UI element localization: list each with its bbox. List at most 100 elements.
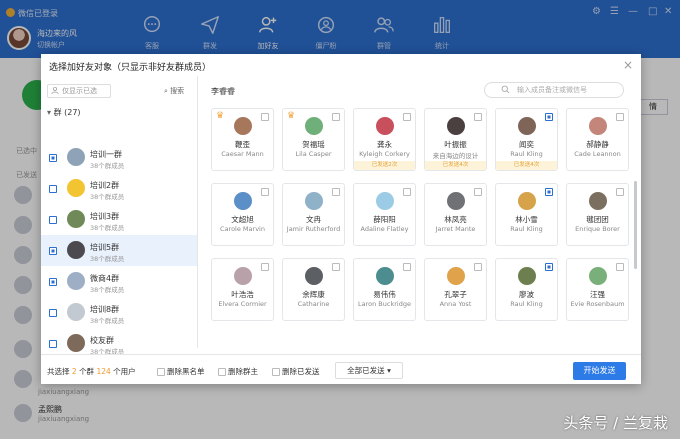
member-checkbox[interactable] <box>545 113 553 121</box>
member-nickname: 来自海边的设计 <box>432 152 479 160</box>
member-nickname: Jarret Mante <box>435 225 476 233</box>
group-avatar <box>67 179 85 197</box>
group-checkbox[interactable] <box>49 278 57 286</box>
show-selected-filter[interactable]: 仅显示已选 <box>47 84 111 98</box>
member-card[interactable]: 叶振振 来自海边的设计 已发送4次 <box>424 108 487 171</box>
member-card[interactable]: 孔翠子 Anna Yost <box>424 258 487 321</box>
group-list-item[interactable]: 培训一群 38个群成员 <box>41 142 197 173</box>
member-checkbox[interactable] <box>403 113 411 121</box>
member-checkbox[interactable] <box>261 188 269 196</box>
group-avatar <box>67 210 85 228</box>
checkbox[interactable] <box>272 368 280 376</box>
member-checkbox[interactable] <box>403 263 411 271</box>
member-avatar <box>518 192 536 210</box>
member-avatar <box>589 192 607 210</box>
member-card[interactable]: 龚永 Kyleigh Corkery 已发送2次 <box>353 108 416 171</box>
close-icon[interactable]: × <box>623 58 633 72</box>
group-count-label: 群 (27) <box>53 108 81 117</box>
group-name: 校友群 <box>90 336 114 345</box>
member-checkbox[interactable] <box>545 263 553 271</box>
start-send-button[interactable]: 开始发送 <box>573 362 626 380</box>
current-group-title: 李睿睿 <box>211 87 235 96</box>
member-card[interactable]: 余辉康 Catharine <box>282 258 345 321</box>
member-checkbox[interactable] <box>474 113 482 121</box>
checkbox[interactable] <box>218 368 226 376</box>
member-checkbox[interactable] <box>261 263 269 271</box>
member-card[interactable]: 叶浩浩 Elvera Cormier <box>211 258 274 321</box>
search-icon <box>501 85 510 94</box>
scrollbar[interactable] <box>634 181 637 269</box>
member-card[interactable]: 郝静静 Cade Leannon <box>566 108 629 171</box>
member-nickname: Kyleigh Corkery <box>359 150 410 158</box>
member-checkbox[interactable] <box>616 188 624 196</box>
member-nickname: Cade Leannon <box>574 150 621 158</box>
member-name: 文冉 <box>306 215 321 224</box>
member-avatar <box>305 192 323 210</box>
member-nickname: Laron Buckridge <box>358 300 411 308</box>
group-checkbox[interactable] <box>49 185 57 193</box>
group-list-item[interactable]: 微商4群 38个群成员 <box>41 266 197 297</box>
group-checkbox[interactable] <box>49 247 57 255</box>
member-search-input[interactable]: 输入成员备注或微信号 <box>484 82 624 98</box>
member-card[interactable]: 毽团团 Enrique Borer <box>566 183 629 246</box>
member-card[interactable]: 汪强 Evie Rosenbaum <box>566 258 629 321</box>
member-card[interactable]: ♛ 鞭歪 Caesar Mann <box>211 108 274 171</box>
group-checkbox[interactable] <box>49 309 57 317</box>
member-checkbox[interactable] <box>474 263 482 271</box>
group-list-item[interactable]: 培训5群 38个群成员 <box>41 235 197 266</box>
group-member-count: 38个群成员 <box>90 255 125 263</box>
group-list-item[interactable]: 培训8群 38个群成员 <box>41 297 197 328</box>
member-card[interactable]: ♛ 贺福瑶 Lila Casper <box>282 108 345 171</box>
member-checkbox[interactable] <box>332 263 340 271</box>
group-checkbox[interactable] <box>49 340 57 348</box>
member-card[interactable]: 林凤亮 Jarret Mante <box>424 183 487 246</box>
member-name: 孔翠子 <box>444 290 467 299</box>
search-label: 搜索 <box>170 87 185 95</box>
member-card[interactable]: 闻奕 Raul Kling 已发送4次 <box>495 108 558 171</box>
group-name: 培训3群 <box>90 212 120 221</box>
member-checkbox[interactable] <box>474 188 482 196</box>
member-name: 贺福瑶 <box>302 140 325 149</box>
member-avatar <box>589 267 607 285</box>
member-checkbox[interactable] <box>332 188 340 196</box>
show-selected-label: 仅显示已选 <box>62 87 97 95</box>
chevron-down-icon[interactable]: ▾ <box>47 108 52 117</box>
checkbox[interactable] <box>157 368 165 376</box>
group-member-count: 38个群成员 <box>90 286 125 294</box>
delete-owner-option[interactable]: 删除群主 <box>218 366 258 377</box>
group-checkbox[interactable] <box>49 216 57 224</box>
member-avatar <box>447 192 465 210</box>
group-list-item[interactable]: 培训3群 38个群成员 <box>41 204 197 235</box>
member-nickname: Raul Kling <box>510 150 543 158</box>
member-card[interactable]: 薛阳阳 Adaline Flatley <box>353 183 416 246</box>
group-checkbox[interactable] <box>49 154 57 162</box>
member-checkbox[interactable] <box>332 113 340 121</box>
member-name: 廖波 <box>519 290 534 299</box>
group-list-item[interactable]: 培训2群 38个群成员 <box>41 173 197 204</box>
member-card[interactable]: 廖波 Raul Kling <box>495 258 558 321</box>
delete-blacklist-option[interactable]: 删除黑名单 <box>157 366 205 377</box>
group-member-count: 38个群成员 <box>90 317 125 325</box>
member-avatar <box>518 267 536 285</box>
selection-summary: 共选择 2 个群 124 个用户 <box>47 366 136 377</box>
crown-icon: ♛ <box>287 111 296 121</box>
sent-filter-dropdown[interactable]: 全部已发送 ▾ <box>335 362 403 379</box>
member-card[interactable]: 文冉 Jamir Rutherford <box>282 183 345 246</box>
member-avatar <box>234 192 252 210</box>
member-checkbox[interactable] <box>403 188 411 196</box>
member-name: 汪强 <box>590 290 605 299</box>
member-name: 闻奕 <box>519 140 534 149</box>
delete-sent-option[interactable]: 删除已发送 <box>272 366 320 377</box>
member-checkbox[interactable] <box>616 113 624 121</box>
member-checkbox[interactable] <box>616 263 624 271</box>
member-avatar <box>518 117 536 135</box>
member-card[interactable]: 文超旭 Carole Marvin <box>211 183 274 246</box>
member-checkbox[interactable] <box>545 188 553 196</box>
dropdown-value: 全部已发送 <box>347 366 385 375</box>
member-nickname: Anna Yost <box>439 300 472 308</box>
member-checkbox[interactable] <box>261 113 269 121</box>
sent-count-badge: 已发送4次 <box>425 161 486 170</box>
group-search-button[interactable]: ⌕ 搜索 <box>164 86 184 96</box>
member-card[interactable]: 易伟伟 Laron Buckridge <box>353 258 416 321</box>
member-card[interactable]: 林小雪 Raul Kling <box>495 183 558 246</box>
